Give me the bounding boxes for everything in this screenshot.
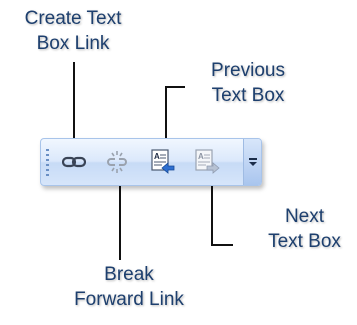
toolbar-options-button[interactable]	[243, 139, 261, 185]
next-text-box-icon: A	[195, 149, 220, 174]
callout-line: Text Box	[211, 85, 285, 106]
svg-text:A: A	[154, 152, 160, 161]
previous-text-box-callout: Previous Text Box	[186, 58, 310, 108]
toolbar-grip-handle[interactable]	[46, 149, 49, 177]
next-leader-line	[211, 182, 213, 246]
create-link-leader-line	[73, 62, 75, 150]
next-leader-line	[211, 244, 233, 246]
toolbar-options-icon	[248, 158, 257, 160]
next-text-box-button[interactable]: A	[192, 147, 222, 177]
text-box-toolbar: A A	[40, 138, 262, 186]
break-leader-line	[119, 182, 121, 260]
callout-line: Previous	[211, 60, 285, 81]
break-forward-link-button[interactable]	[102, 147, 132, 177]
callout-line: Text Box	[268, 231, 341, 252]
link-icon	[62, 156, 86, 168]
callout-line: Forward Link	[74, 289, 184, 310]
svg-text:A: A	[198, 152, 204, 161]
broken-link-icon	[107, 151, 127, 173]
callout-line: Create Text	[24, 8, 122, 29]
create-text-box-link-callout: Create Text Box Link	[0, 6, 146, 56]
callout-line: Next	[284, 206, 325, 227]
previous-text-box-icon: A	[151, 149, 175, 174]
previous-text-box-button[interactable]: A	[148, 147, 178, 177]
previous-leader-line	[165, 86, 185, 88]
break-forward-link-callout: Break Forward Link	[36, 262, 222, 312]
create-text-box-link-button[interactable]	[59, 147, 89, 177]
next-text-box-callout: Next Text Box	[252, 204, 357, 254]
callout-line: Box Link	[36, 33, 110, 54]
chevron-down-icon	[248, 162, 257, 166]
callout-line: Break	[104, 264, 154, 285]
